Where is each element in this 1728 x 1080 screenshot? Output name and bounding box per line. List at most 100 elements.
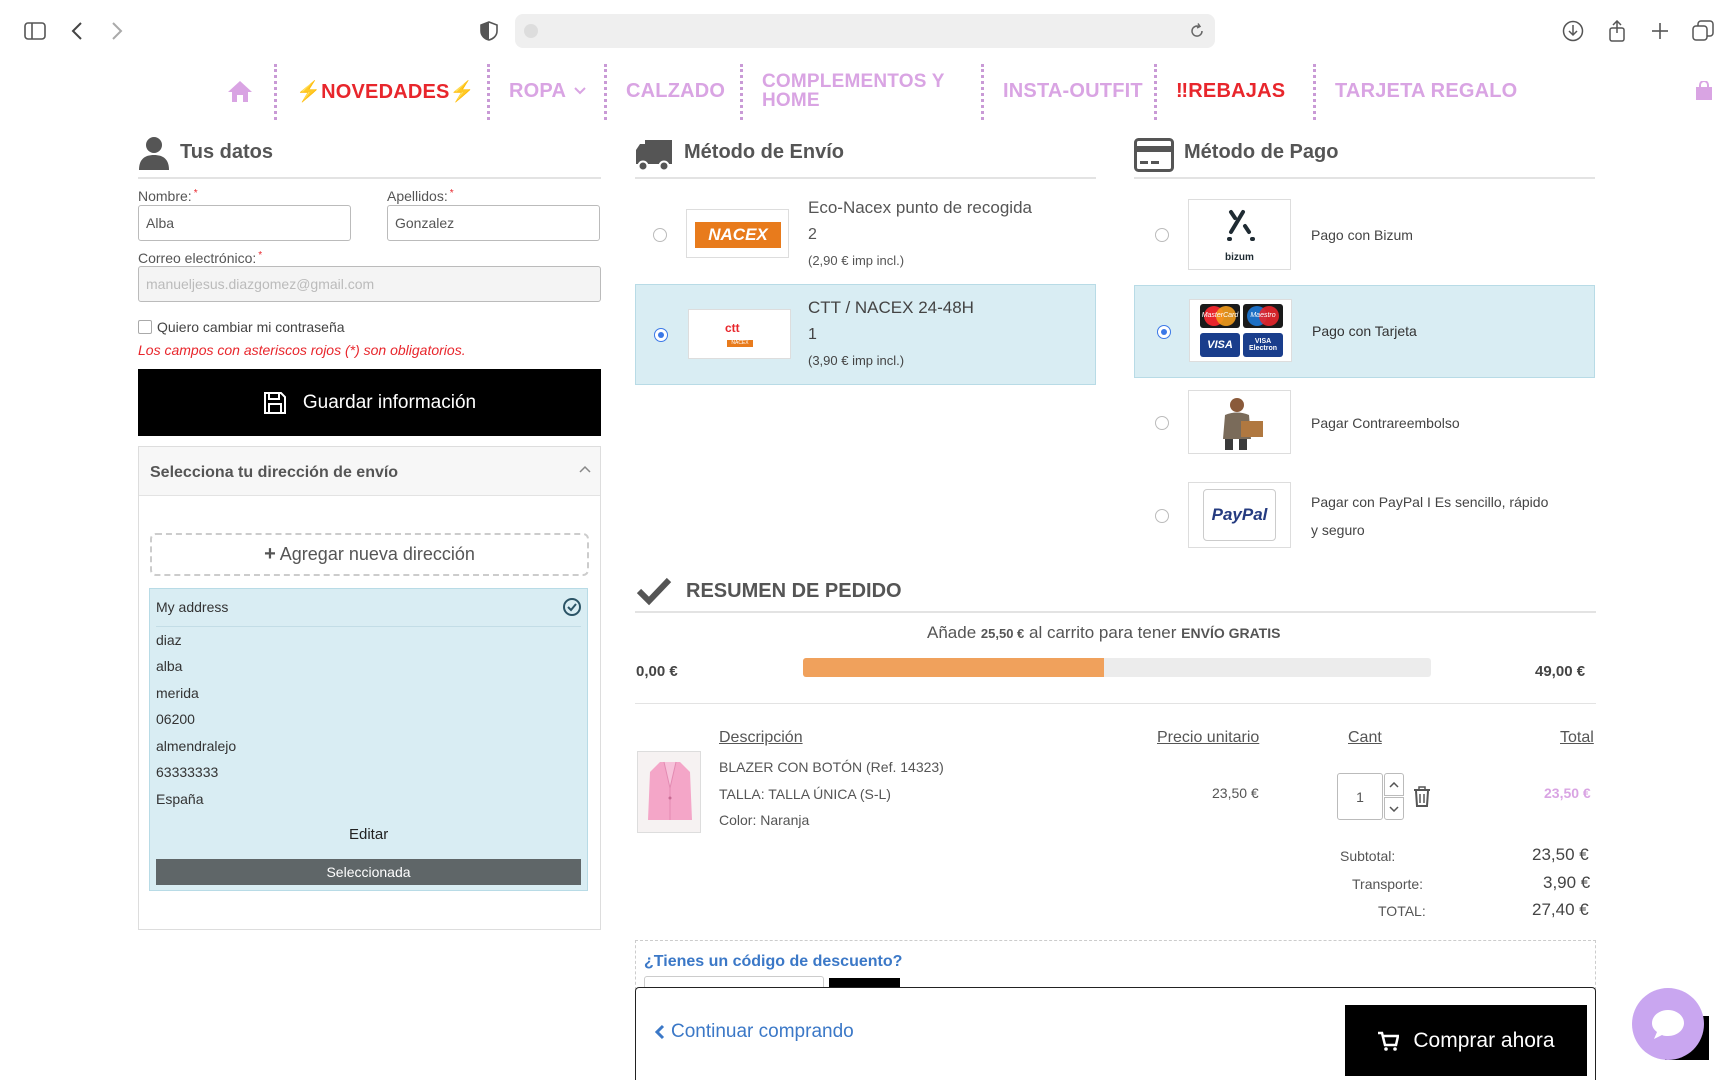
trash-icon[interactable] [1413,786,1431,812]
truck-icon [635,138,673,177]
envio-gratis-progress-bar [803,658,1431,677]
envio-gratis-post: ENVÍO GRATIS [1181,625,1281,641]
correo-label-text: Correo electrónico: [138,250,257,266]
home-icon[interactable] [226,60,254,122]
resumen-title: RESUMEN DE PEDIDO [686,580,902,602]
nav-divider [1154,64,1157,120]
ctt-logo: ctt NACEX [688,309,791,359]
envio-option-price: (2,90 € imp incl.) [808,253,905,268]
main-navigation: ⚡NOVEDADES⚡ ROPA CALZADO COMPLEMENTOS Y … [0,60,1728,122]
envio-radio[interactable] [653,228,667,242]
transporte-value: 3,90 € [1543,873,1591,892]
paypal-logo-text: PayPal [1203,489,1276,541]
address-card-title: My address [156,599,229,615]
product-thumbnail[interactable] [637,751,701,833]
item-color: Color: Naranja [719,812,810,828]
continuar-comprando-link[interactable]: Continuar comprando [655,1021,854,1043]
nav-tarjeta-regalo[interactable]: TARJETA REGALO [1335,60,1517,122]
envio-gratis-pre: Añade [927,623,977,642]
pago-radio[interactable] [1157,325,1171,339]
pago-radio[interactable] [1155,416,1169,430]
nav-complementos-line1: COMPLEMENTOS Y [762,71,945,92]
address-bar[interactable] [515,14,1215,48]
subtotal-value: 23,50 € [1532,845,1589,864]
direccion-header[interactable]: Selecciona tu dirección de envío [139,447,600,496]
pago-radio[interactable] [1155,509,1169,523]
address-line: España [156,791,204,807]
nav-complementos[interactable]: COMPLEMENTOS Y HOME [762,60,945,122]
cart-icon [1378,1031,1400,1051]
cambiar-password-checkbox[interactable] [138,320,152,334]
tabs-overview-icon[interactable] [1690,18,1716,44]
nav-insta-outfit[interactable]: INSTA-OUTFIT [1003,60,1143,122]
privacy-shield-icon[interactable] [476,18,502,44]
quantity-input[interactable]: 1 [1337,773,1383,820]
editar-link[interactable]: Editar [349,826,388,843]
quantity-increase-button[interactable] [1384,773,1404,796]
forward-icon[interactable] [104,18,130,44]
pago-radio[interactable] [1155,228,1169,242]
pago-option-label-line2: y seguro [1311,522,1365,538]
envio-option-name: CTT / NACEX 24-48H [808,298,974,317]
agregar-direccion-button[interactable]: + Agregar nueva dirección [150,533,589,576]
correo-field[interactable]: manueljesus.diazgomez@gmail.com [138,266,601,302]
correo-label: Correo electrónico: * [138,250,262,266]
envio-gratis-mid: al carrito para tener [1029,623,1177,642]
address-line: 06200 [156,711,195,727]
chevron-up-icon [579,465,591,473]
nombre-field[interactable]: Alba [138,205,351,241]
nav-calzado[interactable]: CALZADO [626,60,725,122]
comprar-ahora-button[interactable]: Comprar ahora [1345,1005,1587,1076]
pago-option-label: Pagar Contrareembolso [1311,415,1460,431]
envio-radio[interactable] [654,328,668,342]
apellidos-field[interactable]: Gonzalez [387,205,600,241]
progress-max-value: 49,00 € [1535,663,1586,680]
obligatorios-note: Los campos con asteriscos rojos (*) son … [138,342,466,358]
quantity-decrease-button[interactable] [1384,797,1404,820]
envio-gratis-amount: 25,50 € [980,626,1025,641]
nav-ropa[interactable]: ROPA [509,60,586,122]
pago-option-label: Pago con Bizum [1311,227,1413,243]
col-precio[interactable]: Precio unitario [1157,729,1259,747]
item-talla: TALLA: TALLA ÚNICA (S-L) [719,786,891,802]
save-icon [263,391,286,414]
pago-option-label: Pago con Tarjeta [1312,323,1417,339]
comprar-label: Comprar ahora [1413,1028,1555,1052]
nav-rebajas[interactable]: ‼REBAJAS [1176,60,1285,122]
chat-button[interactable] [1632,988,1704,1060]
nav-divider [487,64,490,120]
plus-icon: + [264,543,276,565]
new-tab-icon[interactable] [1647,18,1673,44]
checkmark-icon [636,576,672,611]
item-total: 23,50 € [1544,785,1591,801]
total-value: 27,40 € [1532,900,1589,919]
shopping-bag-icon[interactable] [1694,60,1714,122]
seleccionada-button[interactable]: Seleccionada [156,859,581,885]
chevron-down-icon [574,87,586,95]
col-total[interactable]: Total [1560,729,1594,747]
col-descripcion[interactable]: Descripción [719,729,803,747]
chat-bubble-icon [1652,1010,1684,1039]
back-icon[interactable] [64,18,90,44]
section-divider [138,177,601,179]
nav-ropa-label: ROPA [509,79,567,102]
reload-icon[interactable] [1189,22,1205,45]
sidebar-toggle-icon[interactable] [22,18,48,44]
address-line: 63333333 [156,764,219,780]
pago-title: Método de Pago [1184,141,1339,163]
address-line: almendralejo [156,738,237,754]
section-divider [1134,177,1595,179]
guardar-button[interactable]: Guardar información [138,369,601,436]
share-icon[interactable] [1604,18,1630,44]
envio-title: Método de Envío [684,141,844,163]
progress-min-value: 0,00 € [636,663,678,680]
descuento-link[interactable]: ¿Tienes un código de descuento? [644,953,902,971]
chevron-left-icon [655,1024,665,1040]
downloads-icon[interactable] [1560,18,1586,44]
browser-toolbar [0,0,1728,60]
required-asterisk: * [449,188,454,199]
progress-fill [803,658,1105,677]
col-cant[interactable]: Cant [1348,729,1382,747]
nav-novedades[interactable]: ⚡NOVEDADES⚡ [296,60,475,122]
address-line: merida [156,685,199,701]
